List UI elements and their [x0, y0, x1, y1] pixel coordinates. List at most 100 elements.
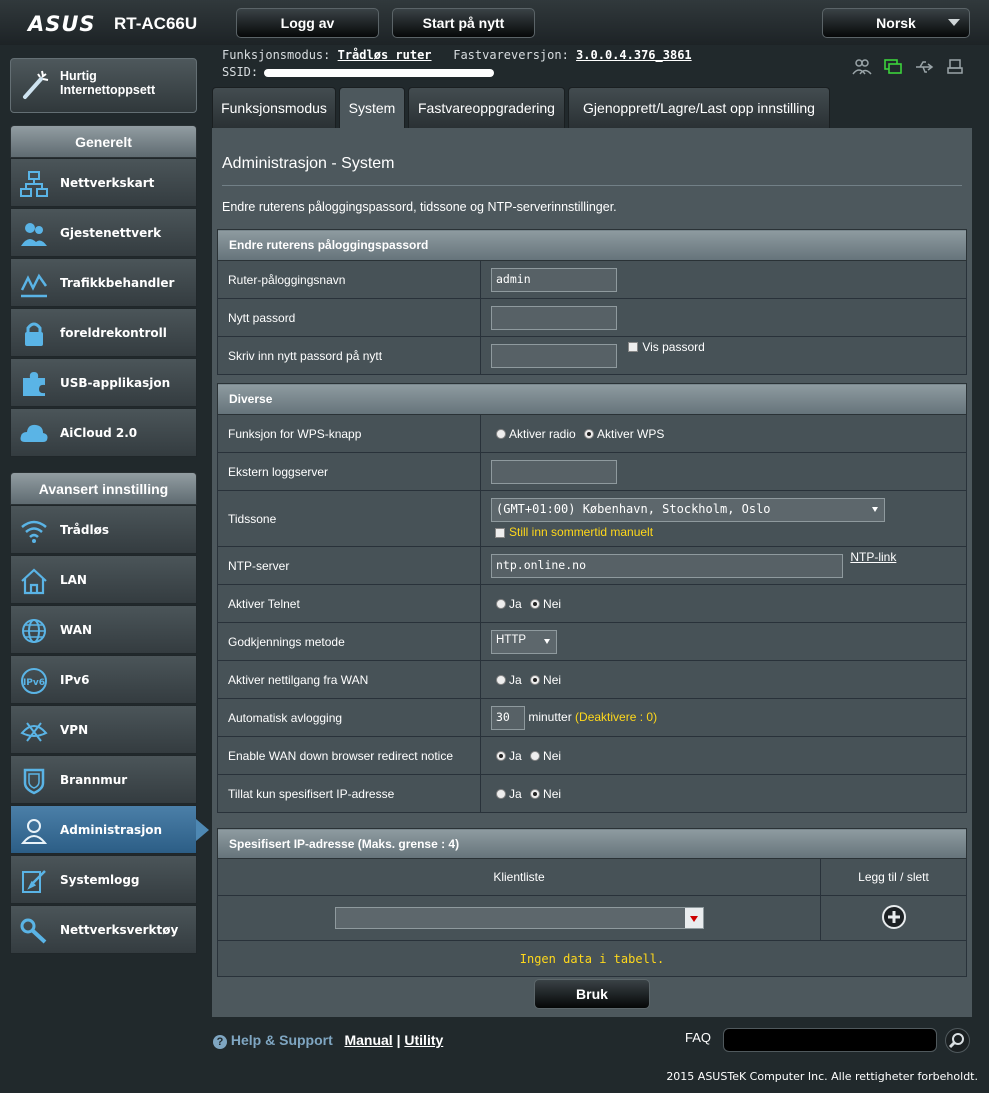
- timezone-value: (GMT+01:00) København, Stockholm, Oslo: [496, 502, 771, 516]
- dst-checkbox[interactable]: [495, 527, 505, 538]
- sidebar-item-label: LAN: [60, 573, 87, 587]
- tab-funksjonsmodus[interactable]: Funksjonsmodus: [212, 87, 336, 128]
- help-icon: ?: [213, 1035, 227, 1049]
- wan-access-yes-radio[interactable]: [496, 675, 506, 686]
- sidebar-item-aicloud[interactable]: AiCloud 2.0: [10, 408, 197, 457]
- auto-logout-input[interactable]: 30: [491, 705, 525, 730]
- tab-restore-save[interactable]: Gjenopprett/Lagre/Last opp innstilling: [568, 87, 830, 128]
- tab-firmware-upgrade[interactable]: Fastvareoppgradering: [408, 87, 565, 128]
- telnet-yes-radio[interactable]: [496, 599, 506, 610]
- sidebar-item-guest-network[interactable]: Gjestenettverk: [10, 208, 197, 257]
- wrench-icon: [19, 917, 49, 945]
- language-select[interactable]: Norsk: [822, 8, 970, 38]
- ntp-input[interactable]: ntp.online.no: [491, 553, 843, 578]
- search-icon: [948, 1033, 964, 1049]
- show-password-label: Vis passord: [642, 339, 705, 354]
- usb-icon[interactable]: [914, 58, 934, 76]
- copyright-text: 2015 ASUSTeK Computer Inc. Alle rettighe…: [666, 1070, 978, 1083]
- sidebar-item-system-log[interactable]: Systemlogg: [10, 855, 197, 904]
- redirect-yes-radio[interactable]: [496, 751, 506, 762]
- router-login-label: Ruter-påloggingsnavn: [217, 260, 481, 299]
- sidebar-item-label: IPv6: [60, 673, 90, 687]
- utility-link[interactable]: Utility: [404, 1032, 443, 1048]
- faq-label: FAQ: [685, 1030, 712, 1045]
- manual-link[interactable]: Manual: [344, 1032, 392, 1048]
- network-map-icon: [19, 170, 49, 198]
- status-icons: [852, 58, 965, 76]
- show-password-checkbox[interactable]: [628, 342, 639, 353]
- traffic-manager-icon: [19, 270, 49, 298]
- page-title: Administrasjon - System: [222, 155, 395, 172]
- firmware-value-link[interactable]: 3.0.0.4.376_3861: [576, 48, 692, 62]
- wifi-icon: [19, 517, 49, 545]
- apply-button[interactable]: Bruk: [534, 979, 650, 1009]
- asus-logo[interactable]: ASUS: [28, 12, 96, 36]
- auto-logout-hint: (Deaktivere : 0): [575, 709, 658, 724]
- quick-internet-setup-button[interactable]: Hurtig Internettoppsett: [10, 58, 197, 113]
- wps-radio-toggle[interactable]: [496, 429, 506, 440]
- footer-help: ? Help & Support Manual | Utility: [213, 1032, 443, 1049]
- sidebar-item-firewall[interactable]: Brannmur: [10, 755, 197, 804]
- telnet-yes-label: Ja: [509, 596, 522, 611]
- faq-search-input[interactable]: [723, 1028, 937, 1052]
- chevron-down-icon: [872, 507, 878, 512]
- sidebar-item-traffic-manager[interactable]: Trafikkbehandler: [10, 258, 197, 307]
- faq-search-button[interactable]: [945, 1028, 970, 1053]
- sidebar-item-label: Brannmur: [60, 773, 128, 787]
- wan-access-no-radio[interactable]: [530, 675, 541, 686]
- redirect-yes-label: Ja: [509, 748, 522, 763]
- redirect-notice-label: Enable WAN down browser redirect notice: [217, 736, 481, 775]
- auth-method-select[interactable]: HTTP: [491, 629, 557, 654]
- sidebar-item-network-map[interactable]: Nettverkskart: [10, 158, 197, 207]
- telnet-no-radio[interactable]: [530, 599, 541, 610]
- restart-button[interactable]: Start på nytt: [392, 8, 535, 38]
- home-icon: [19, 567, 49, 595]
- new-password-input[interactable]: [491, 305, 617, 330]
- specified-ip-no-radio[interactable]: [530, 789, 541, 800]
- telnet-no-label: Nei: [543, 596, 562, 611]
- wan-access-no-label: Nei: [543, 672, 562, 687]
- magic-wand-icon: [21, 69, 51, 101]
- tab-system[interactable]: System: [339, 87, 405, 128]
- auth-method-value: HTTP: [496, 633, 527, 646]
- retype-password-input[interactable]: [491, 343, 617, 368]
- internet-status-icon[interactable]: [883, 58, 903, 76]
- router-login-input[interactable]: admin: [491, 267, 617, 292]
- sidebar-item-network-tools[interactable]: Nettverksverktøy: [10, 905, 197, 954]
- printer-icon[interactable]: [945, 58, 965, 76]
- shield-icon: [19, 767, 49, 795]
- advanced-section-header: Avansert innstilling: [10, 472, 197, 505]
- sidebar-item-usb-application[interactable]: USB-applikasjon: [10, 358, 197, 407]
- log-server-input[interactable]: [491, 459, 617, 484]
- sidebar-item-parental-control[interactable]: foreldrekontroll: [10, 308, 197, 357]
- retype-password-label: Skriv inn nytt passord på nytt: [217, 336, 481, 375]
- sidebar-item-wan[interactable]: WAN: [10, 605, 197, 654]
- sidebar-item-administration[interactable]: Administrasjon: [10, 805, 209, 854]
- logout-button[interactable]: Logg av: [236, 8, 379, 38]
- sidebar-item-ipv6[interactable]: IPv6 IPv6: [10, 655, 197, 704]
- dropdown-button[interactable]: [684, 908, 703, 928]
- main-panel: Administrasjon - System Endre ruterens p…: [212, 128, 972, 1017]
- new-password-label: Nytt passord: [217, 298, 481, 337]
- sidebar-item-lan[interactable]: LAN: [10, 555, 197, 604]
- mode-label: Funksjonsmodus:: [222, 48, 331, 62]
- ntp-link[interactable]: NTP-link: [850, 550, 896, 564]
- clients-icon[interactable]: [852, 58, 872, 76]
- wps-wps-toggle[interactable]: [584, 429, 595, 440]
- model-name: RT-AC66U: [114, 14, 198, 33]
- misc-section-header: Diverse: [217, 383, 967, 415]
- cloud-icon: [19, 420, 49, 448]
- add-row-button[interactable]: [881, 904, 907, 933]
- specified-ip-yes-radio[interactable]: [496, 789, 506, 800]
- sidebar-item-vpn[interactable]: VPN: [10, 705, 197, 754]
- chevron-down-icon: [948, 19, 960, 26]
- specified-ip-table: Spesifisert IP-adresse (Maks. grense : 4…: [217, 828, 967, 977]
- log-server-label: Ekstern loggserver: [217, 452, 481, 491]
- mode-value-link[interactable]: Trådløs ruter: [338, 48, 432, 62]
- sidebar-item-label: VPN: [60, 723, 89, 737]
- sidebar-item-wireless[interactable]: Trådløs: [10, 505, 197, 554]
- timezone-select[interactable]: (GMT+01:00) København, Stockholm, Oslo: [491, 498, 885, 522]
- client-list-select[interactable]: [334, 907, 704, 929]
- sidebar-item-label: Nettverkskart: [60, 176, 155, 190]
- redirect-no-radio[interactable]: [530, 751, 541, 762]
